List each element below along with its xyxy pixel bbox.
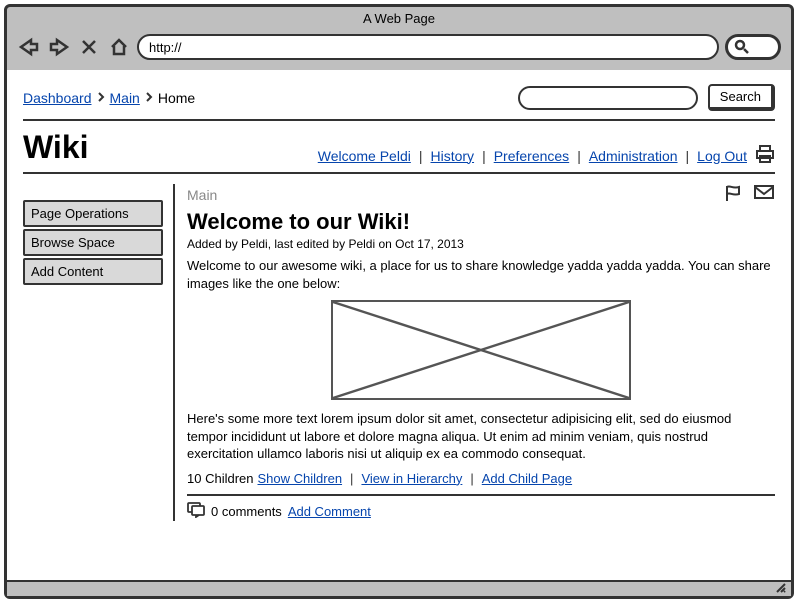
print-icon[interactable] bbox=[755, 145, 775, 166]
content-crumb: Main bbox=[187, 187, 217, 203]
search-button[interactable]: Search bbox=[708, 84, 775, 111]
lorem-text: Here's some more text lorem ipsum dolor … bbox=[187, 410, 775, 463]
breadcrumb: Dashboard Main Home bbox=[23, 90, 195, 106]
chevron-right-icon bbox=[144, 90, 154, 106]
resize-grip-icon[interactable] bbox=[775, 582, 787, 594]
url-input[interactable] bbox=[137, 34, 719, 60]
body-row: Page Operations Browse Space Add Content… bbox=[23, 174, 775, 521]
comments-row: 0 comments Add Comment bbox=[187, 502, 775, 521]
welcome-link[interactable]: Welcome Peldi bbox=[318, 148, 411, 164]
status-bar bbox=[7, 580, 791, 596]
image-placeholder bbox=[331, 300, 631, 400]
divider bbox=[187, 494, 775, 496]
title-row: Wiki Welcome Peldi | History | Preferenc… bbox=[23, 121, 775, 174]
page-title: Welcome to our Wiki! bbox=[187, 209, 775, 235]
chevron-right-icon bbox=[96, 90, 106, 106]
add-child-page-link[interactable]: Add Child Page bbox=[482, 471, 572, 486]
content-pane: Main Welcome to our Wiki! Added by Peldi… bbox=[173, 184, 775, 521]
back-icon[interactable] bbox=[17, 35, 41, 59]
breadcrumb-link[interactable]: Main bbox=[110, 90, 140, 106]
search-area: Search bbox=[518, 84, 775, 111]
sidebar: Page Operations Browse Space Add Content bbox=[23, 184, 163, 521]
mail-icon[interactable] bbox=[753, 184, 775, 205]
administration-link[interactable]: Administration bbox=[589, 148, 678, 164]
app-title: Wiki bbox=[23, 129, 89, 166]
browser-window: A Web Page Dashboard Main Home Search bbox=[4, 4, 794, 599]
intro-text: Welcome to our awesome wiki, a place for… bbox=[187, 257, 775, 292]
comments-count: 0 comments bbox=[211, 504, 282, 519]
top-bar: Dashboard Main Home Search bbox=[23, 84, 775, 121]
sidebar-add-content[interactable]: Add Content bbox=[23, 258, 163, 285]
home-icon[interactable] bbox=[107, 35, 131, 59]
show-children-link[interactable]: Show Children bbox=[258, 471, 343, 486]
flag-icon[interactable] bbox=[723, 184, 743, 205]
breadcrumb-link[interactable]: Dashboard bbox=[23, 90, 92, 106]
sidebar-page-operations[interactable]: Page Operations bbox=[23, 200, 163, 227]
logout-link[interactable]: Log Out bbox=[697, 148, 747, 164]
children-row: 10 Children Show Children | View in Hier… bbox=[187, 471, 775, 486]
forward-icon[interactable] bbox=[47, 35, 71, 59]
comment-icon bbox=[187, 502, 205, 521]
history-link[interactable]: History bbox=[431, 148, 475, 164]
stop-icon[interactable] bbox=[77, 35, 101, 59]
browser-toolbar bbox=[7, 30, 791, 70]
search-input[interactable] bbox=[518, 86, 698, 110]
sidebar-browse-space[interactable]: Browse Space bbox=[23, 229, 163, 256]
breadcrumb-current: Home bbox=[158, 90, 195, 106]
view-hierarchy-link[interactable]: View in Hierarchy bbox=[361, 471, 462, 486]
page-body: Dashboard Main Home Search Wiki Welcome … bbox=[7, 70, 791, 580]
browser-search-icon[interactable] bbox=[725, 34, 781, 60]
window-title: A Web Page bbox=[7, 7, 791, 30]
children-count: 10 Children bbox=[187, 471, 254, 486]
add-comment-link[interactable]: Add Comment bbox=[288, 504, 371, 519]
byline: Added by Peldi, last edited by Peldi on … bbox=[187, 237, 775, 251]
user-links: Welcome Peldi | History | Preferences | … bbox=[318, 145, 775, 166]
preferences-link[interactable]: Preferences bbox=[494, 148, 569, 164]
